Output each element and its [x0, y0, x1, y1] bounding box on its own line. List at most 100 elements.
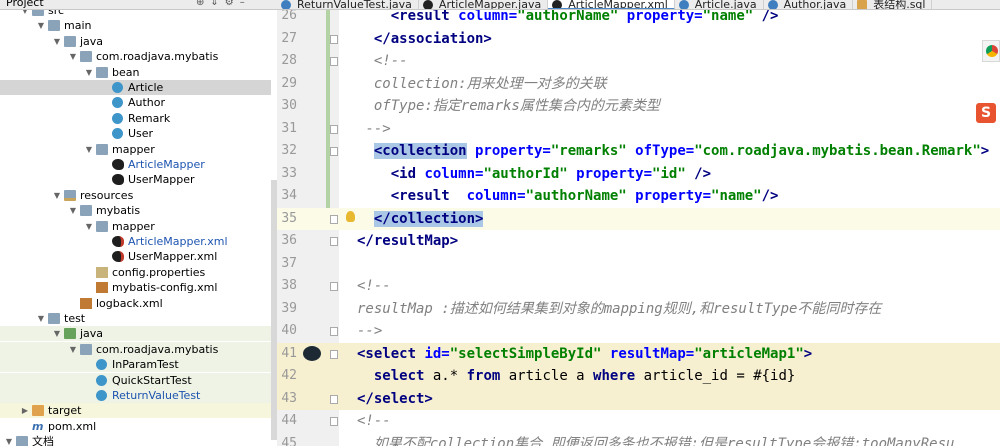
tree-item[interactable]: ▼ mapper: [0, 219, 271, 234]
tree-item[interactable]: User: [0, 126, 271, 141]
tree-item[interactable]: Author: [0, 95, 271, 110]
fold-marker-icon[interactable]: [330, 34, 338, 44]
chevron-down-icon[interactable]: ▼: [4, 434, 14, 446]
code-line[interactable]: 37: [277, 253, 1000, 276]
code-line[interactable]: 30 ofType:指定remarks属性集合内的元素类型: [277, 95, 1000, 118]
tree-item[interactable]: ▼ bean: [0, 65, 271, 80]
chevron-down-icon[interactable]: ▼: [36, 18, 46, 33]
code-line[interactable]: 42 select a.* from article a where artic…: [277, 365, 1000, 388]
tree-item[interactable]: ▼ mapper: [0, 142, 271, 157]
editor-tab[interactable]: Article.java: [675, 0, 764, 10]
tree-item[interactable]: InParamTest: [0, 357, 271, 373]
tree-item[interactable]: UserMapper: [0, 172, 271, 187]
tree-item[interactable]: ▼ resources: [0, 188, 271, 203]
tree-item[interactable]: ▼ test: [0, 311, 271, 326]
tree-item[interactable]: Article: [0, 80, 271, 95]
fold-marker-icon[interactable]: [330, 237, 338, 246]
code-editor[interactable]: 26 <result column="authorName" property=…: [277, 10, 1000, 446]
class-icon: [96, 374, 107, 386]
code-line[interactable]: 40 -->: [277, 320, 1000, 343]
tree-item[interactable]: ▼ main: [0, 18, 271, 33]
tree-item[interactable]: m pom.xml: [0, 419, 271, 434]
collapse-icon[interactable]: ⇕: [210, 0, 224, 8]
editor-tab[interactable]: 表结构.sql: [853, 0, 933, 9]
code-line[interactable]: 32 <collection property="remarks" ofType…: [277, 140, 1000, 163]
code-token: ofType:指定remarks属性集合内的元素类型: [373, 98, 660, 114]
code-line[interactable]: 44 <!--: [277, 410, 1000, 433]
chevron-down-icon[interactable]: ▼: [84, 142, 94, 157]
code-line[interactable]: 38 <!--: [277, 275, 1000, 298]
editor-tab[interactable]: ArticleMapper.java: [419, 0, 549, 9]
chevron-down-icon[interactable]: ▼: [36, 311, 46, 326]
tree-item[interactable]: ▼ src: [0, 10, 271, 18]
hide-icon[interactable]: –: [240, 0, 251, 8]
tree-item[interactable]: ArticleMapper: [0, 157, 271, 172]
code-line[interactable]: 35 </collection>: [277, 207, 1000, 230]
line-number: 38: [281, 278, 297, 293]
browser-preview-button[interactable]: [982, 40, 1000, 62]
tree-item[interactable]: QuickStartTest: [0, 372, 271, 388]
locate-icon[interactable]: ⊕: [196, 0, 210, 8]
chevron-down-icon[interactable]: ▼: [52, 188, 62, 203]
tree-item[interactable]: ▼ java: [0, 326, 271, 342]
fold-marker-icon[interactable]: [330, 214, 338, 224]
tree-item[interactable]: UserMapper.xml: [0, 249, 271, 264]
tree-item[interactable]: logback.xml: [0, 296, 271, 311]
gear-icon[interactable]: ⚙: [225, 0, 240, 8]
fold-marker-icon[interactable]: [330, 327, 338, 336]
tree-item[interactable]: config.properties: [0, 265, 271, 280]
code-line[interactable]: 27 </association>: [277, 28, 1000, 51]
code-token: property=: [466, 143, 551, 159]
fold-marker-icon[interactable]: [330, 349, 338, 359]
lightbulb-icon[interactable]: [346, 210, 355, 222]
chevron-right-icon[interactable]: ▶: [20, 403, 30, 418]
tree-item[interactable]: mybatis-config.xml: [0, 280, 271, 295]
tree-item-label: InParamTest: [112, 358, 179, 372]
fold-marker-icon[interactable]: [330, 417, 338, 426]
code-line[interactable]: 31 -->: [277, 118, 1000, 141]
tree-item[interactable]: ▼ java: [0, 34, 271, 49]
fold-marker-icon[interactable]: [330, 124, 338, 134]
sogou-ime-icon[interactable]: S: [976, 103, 996, 123]
class-icon: [112, 82, 123, 93]
project-panel-title[interactable]: Project: [6, 0, 44, 9]
fold-marker-icon[interactable]: [330, 394, 338, 404]
code-line[interactable]: 34 <result column="authorName" property=…: [277, 185, 1000, 208]
code-line[interactable]: 39 resultMap :描述如何结果集到对象的mapping规则,和resul…: [277, 298, 1000, 321]
resources-folder-icon: [64, 189, 76, 201]
chevron-down-icon[interactable]: ▼: [68, 49, 78, 64]
fold-marker-icon[interactable]: [330, 57, 338, 66]
code-line[interactable]: 45 如果不配collection集合,即便返回多条也不报错;但是resultT…: [277, 433, 1000, 446]
tree-item-label: Remark: [128, 111, 171, 125]
code-line[interactable]: 36 </resultMap>: [277, 230, 1000, 253]
fold-marker-icon[interactable]: [330, 147, 338, 156]
code-line[interactable]: 33 <id column="authorId" property="id" /…: [277, 163, 1000, 186]
mybatis-bird-icon[interactable]: [303, 345, 321, 361]
chevron-down-icon[interactable]: ▼: [68, 342, 78, 357]
chevron-down-icon[interactable]: ▼: [68, 203, 78, 218]
tree-item[interactable]: ArticleMapper.xml: [0, 234, 271, 249]
chevron-down-icon[interactable]: ▼: [20, 10, 30, 18]
editor-tab[interactable]: Author.java: [764, 0, 854, 9]
tab-label: Article.java: [694, 0, 757, 10]
editor-tab[interactable]: ReturnValueTest.java: [277, 0, 419, 9]
code-line[interactable]: 26 <result column="authorName" property=…: [277, 10, 1000, 28]
tree-item[interactable]: ▼ 文档: [0, 434, 271, 446]
code-line[interactable]: 29 collection:用来处理一对多的关联: [277, 73, 1000, 96]
chevron-down-icon[interactable]: ▼: [52, 34, 62, 49]
tree-item[interactable]: ▼ com.roadjava.mybatis: [0, 49, 271, 64]
tree-item[interactable]: ▶ target: [0, 403, 271, 419]
chevron-down-icon[interactable]: ▼: [52, 326, 62, 341]
chevron-down-icon[interactable]: ▼: [84, 219, 94, 234]
code-line[interactable]: 41 <select id="selectSimpleById" resultMa…: [277, 342, 1000, 365]
tree-item[interactable]: Remark: [0, 111, 271, 126]
tree-item[interactable]: ▼ mybatis: [0, 203, 271, 218]
code-line[interactable]: 28 <!--: [277, 50, 1000, 73]
tree-item[interactable]: ReturnValueTest: [0, 388, 271, 403]
chevron-down-icon[interactable]: ▼: [84, 65, 94, 80]
tree-item[interactable]: ▼ com.roadjava.mybatis: [0, 341, 271, 357]
code-line[interactable]: 43 </select>: [277, 387, 1000, 410]
editor-tab[interactable]: ArticleMapper.xml: [548, 0, 675, 9]
fold-marker-icon[interactable]: [330, 282, 338, 291]
